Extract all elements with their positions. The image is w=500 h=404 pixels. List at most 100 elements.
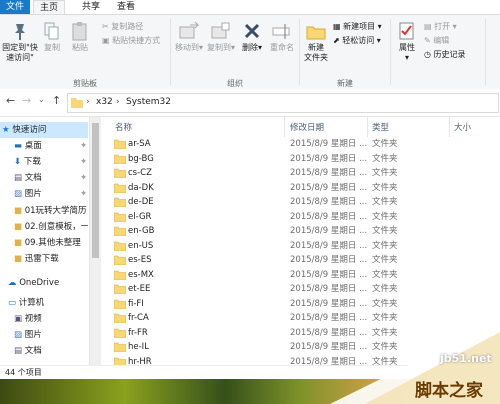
forward-arrow-icon[interactable]: →	[22, 94, 31, 107]
folder-icon: ■	[14, 238, 23, 248]
pin-quick-access-button[interactable]: 固定到"快速访问"	[0, 21, 40, 63]
column-divider[interactable]	[367, 117, 368, 137]
nav-downloads[interactable]: ⬇ 下载 ✦	[0, 154, 88, 170]
nav-quick-access[interactable]: ★ 快速访问	[0, 122, 88, 138]
nav-label: 下载	[23, 157, 41, 167]
easy-access-button[interactable]: ⬈ 轻松访问 ▾	[333, 35, 381, 47]
file-row[interactable]: ar-SA 2015/8/9 星期日 ... 文件夹	[101, 137, 500, 152]
open-button[interactable]: ▤ 打开 ▾	[424, 21, 457, 33]
desktop-icon: ▬	[14, 141, 23, 151]
new-folder-label-1: 新建	[308, 43, 324, 52]
watermark-brand: 脚本之家	[415, 381, 483, 401]
recent-locations-chevron-icon[interactable]: ⌄	[38, 95, 45, 104]
nav-label: 02.创意模板，一	[24, 222, 88, 232]
ribbon-tab-bar: 文件 主页 共享 查看	[0, 0, 500, 14]
pin-icon: ✦	[80, 141, 88, 151]
file-name: et-EE	[128, 284, 151, 294]
file-row[interactable]: fi-FI 2015/8/9 星期日 ... 文件夹	[101, 297, 500, 312]
file-row[interactable]: en-US 2015/8/9 星期日 ... 文件夹	[101, 239, 500, 254]
edit-label: 编辑	[433, 36, 450, 45]
move-to-button[interactable]: 移动到▾	[174, 21, 204, 53]
file-name: ar-SA	[128, 139, 151, 149]
download-arrow-icon: ⬇	[14, 157, 22, 167]
nav-label: 文档	[24, 173, 42, 183]
file-row[interactable]: bg-BG 2015/8/9 星期日 ... 文件夹	[101, 152, 500, 167]
tab-view[interactable]: 查看	[111, 0, 141, 14]
file-row[interactable]: en-GB 2015/8/9 星期日 ... 文件夹	[101, 224, 500, 239]
nav-folder-templates[interactable]: ■ 02.创意模板，一	[0, 219, 88, 235]
nav-folder-resume[interactable]: ■ 01玩转大学简历	[0, 203, 88, 219]
nav-videos[interactable]: ▣ 视频	[0, 311, 88, 327]
file-type: 文件夹	[372, 182, 398, 193]
file-row[interactable]: da-DK 2015/8/9 星期日 ... 文件夹	[101, 181, 500, 196]
group-divider	[485, 19, 486, 85]
tab-home[interactable]: 主页	[33, 0, 65, 14]
paste-button[interactable]: 粘贴	[67, 21, 93, 53]
new-folder-button[interactable]: 新建 文件夹	[301, 21, 331, 63]
tab-share[interactable]: 共享	[76, 0, 106, 14]
nav-folder-xunlei[interactable]: ■ 迅雷下载	[0, 251, 88, 267]
back-arrow-icon[interactable]: ←	[6, 94, 15, 107]
nav-computer[interactable]: ▭ 计算机	[0, 295, 88, 311]
cloud-icon: ☁	[8, 278, 17, 288]
pin-icon: ✦	[80, 189, 88, 199]
history-button[interactable]: ◷ 历史记录	[424, 49, 466, 61]
column-header-size[interactable]: 大小	[454, 121, 471, 133]
edit-button[interactable]: ✎ 编辑	[424, 35, 449, 47]
file-row[interactable]: es-MX 2015/8/9 星期日 ... 文件夹	[101, 268, 500, 283]
file-date: 2015/8/9 星期日 ...	[290, 226, 368, 236]
copy-to-button[interactable]: 复制到▾	[206, 21, 236, 53]
folder-icon: ■	[14, 222, 23, 232]
new-item-label: 新建项目	[343, 22, 376, 31]
breadcrumb-system32[interactable]: System32	[126, 97, 171, 107]
pin-icon	[15, 24, 25, 40]
column-header-type[interactable]: 类型	[372, 121, 389, 133]
watermark-site: jb51.net	[440, 352, 492, 365]
properties-button[interactable]: 属性 ▾	[393, 21, 421, 63]
nav-scrollbar[interactable]	[89, 117, 101, 365]
new-item-button[interactable]: ▦ 新建项目 ▾	[333, 21, 382, 33]
file-type: 文件夹	[372, 298, 398, 309]
file-name: en-US	[128, 240, 154, 251]
folder-icon	[114, 154, 126, 164]
file-name: es-MX	[128, 269, 154, 280]
address-bar[interactable]: › x32 › System32	[67, 93, 499, 113]
file-row[interactable]: et-EE 2015/8/9 星期日 ... 文件夹	[101, 282, 500, 297]
rename-button[interactable]: 重命名	[267, 21, 297, 53]
nav-scrollbar-thumb[interactable]	[92, 123, 99, 258]
folder-icon	[114, 357, 126, 365]
pin-icon: ✦	[80, 157, 88, 167]
organize-group-label: 组织	[227, 79, 243, 88]
file-row[interactable]: el-GR 2015/8/9 星期日 ... 文件夹	[101, 210, 500, 225]
nav-documents[interactable]: ▤ 文档 ✦	[0, 170, 88, 186]
nav-documents-2[interactable]: ▤ 文档	[0, 343, 88, 359]
file-type: 文件夹	[372, 197, 398, 207]
column-header-name[interactable]: 名称	[115, 121, 132, 133]
folder-icon	[114, 270, 126, 280]
column-divider[interactable]	[284, 117, 285, 137]
copy-button[interactable]: 复制	[40, 21, 64, 53]
up-arrow-icon[interactable]: ↑	[52, 94, 61, 107]
breadcrumb-x32[interactable]: x32	[96, 97, 113, 107]
tab-file[interactable]: 文件	[0, 0, 30, 14]
nav-pictures[interactable]: ▨ 图片 ✦	[0, 186, 88, 202]
file-type: 文件夹	[372, 211, 398, 222]
nav-folder-misc[interactable]: ■ 09.其他未整理	[0, 235, 88, 251]
file-row[interactable]: cs-CZ 2015/8/9 星期日 ... 文件夹	[101, 166, 500, 181]
folder-icon	[114, 284, 126, 294]
nav-label: 09.其他未整理	[24, 238, 81, 248]
file-row[interactable]: es-ES 2015/8/9 星期日 ... 文件夹	[101, 253, 500, 268]
paste-shortcut-button[interactable]: ▣ 粘贴快捷方式	[102, 35, 160, 47]
file-row[interactable]: de-DE 2015/8/9 星期日 ... 文件夹	[101, 195, 500, 210]
column-divider[interactable]	[449, 117, 450, 137]
nav-onedrive[interactable]: ☁ OneDrive	[0, 275, 88, 291]
file-type: 文件夹	[372, 255, 398, 265]
file-type: 文件夹	[372, 168, 398, 178]
nav-desktop[interactable]: ▬ 桌面 ✦	[0, 138, 88, 154]
column-header-date[interactable]: 修改日期	[290, 121, 324, 133]
copy-path-button[interactable]: ✂ 复制路径	[102, 21, 143, 33]
file-name: hr-HR	[128, 356, 152, 366]
nav-pictures-2[interactable]: ▨ 图片	[0, 327, 88, 343]
nav-label: 图片	[24, 330, 42, 340]
delete-button[interactable]: 删除▾	[239, 21, 265, 53]
